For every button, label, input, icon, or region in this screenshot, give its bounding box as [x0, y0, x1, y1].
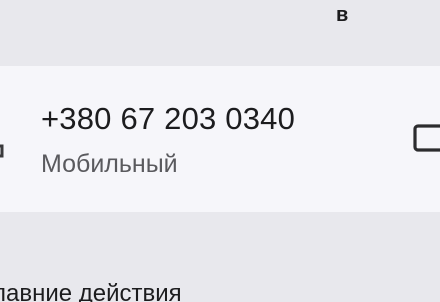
- contact-details-screen: в +380 67 203 0340 Мобильный лавние дейс…: [0, 0, 440, 302]
- phone-number[interactable]: +380 67 203 0340: [41, 101, 295, 137]
- recent-actions-title: лавние действия: [0, 280, 182, 302]
- phone-row[interactable]: +380 67 203 0340 Мобильный: [0, 66, 440, 212]
- phone-icon: [0, 144, 4, 158]
- message-icon: [410, 124, 440, 160]
- phone-type-label: Мобильный: [41, 150, 178, 178]
- header-label: в: [336, 4, 349, 26]
- message-button[interactable]: [410, 122, 440, 156]
